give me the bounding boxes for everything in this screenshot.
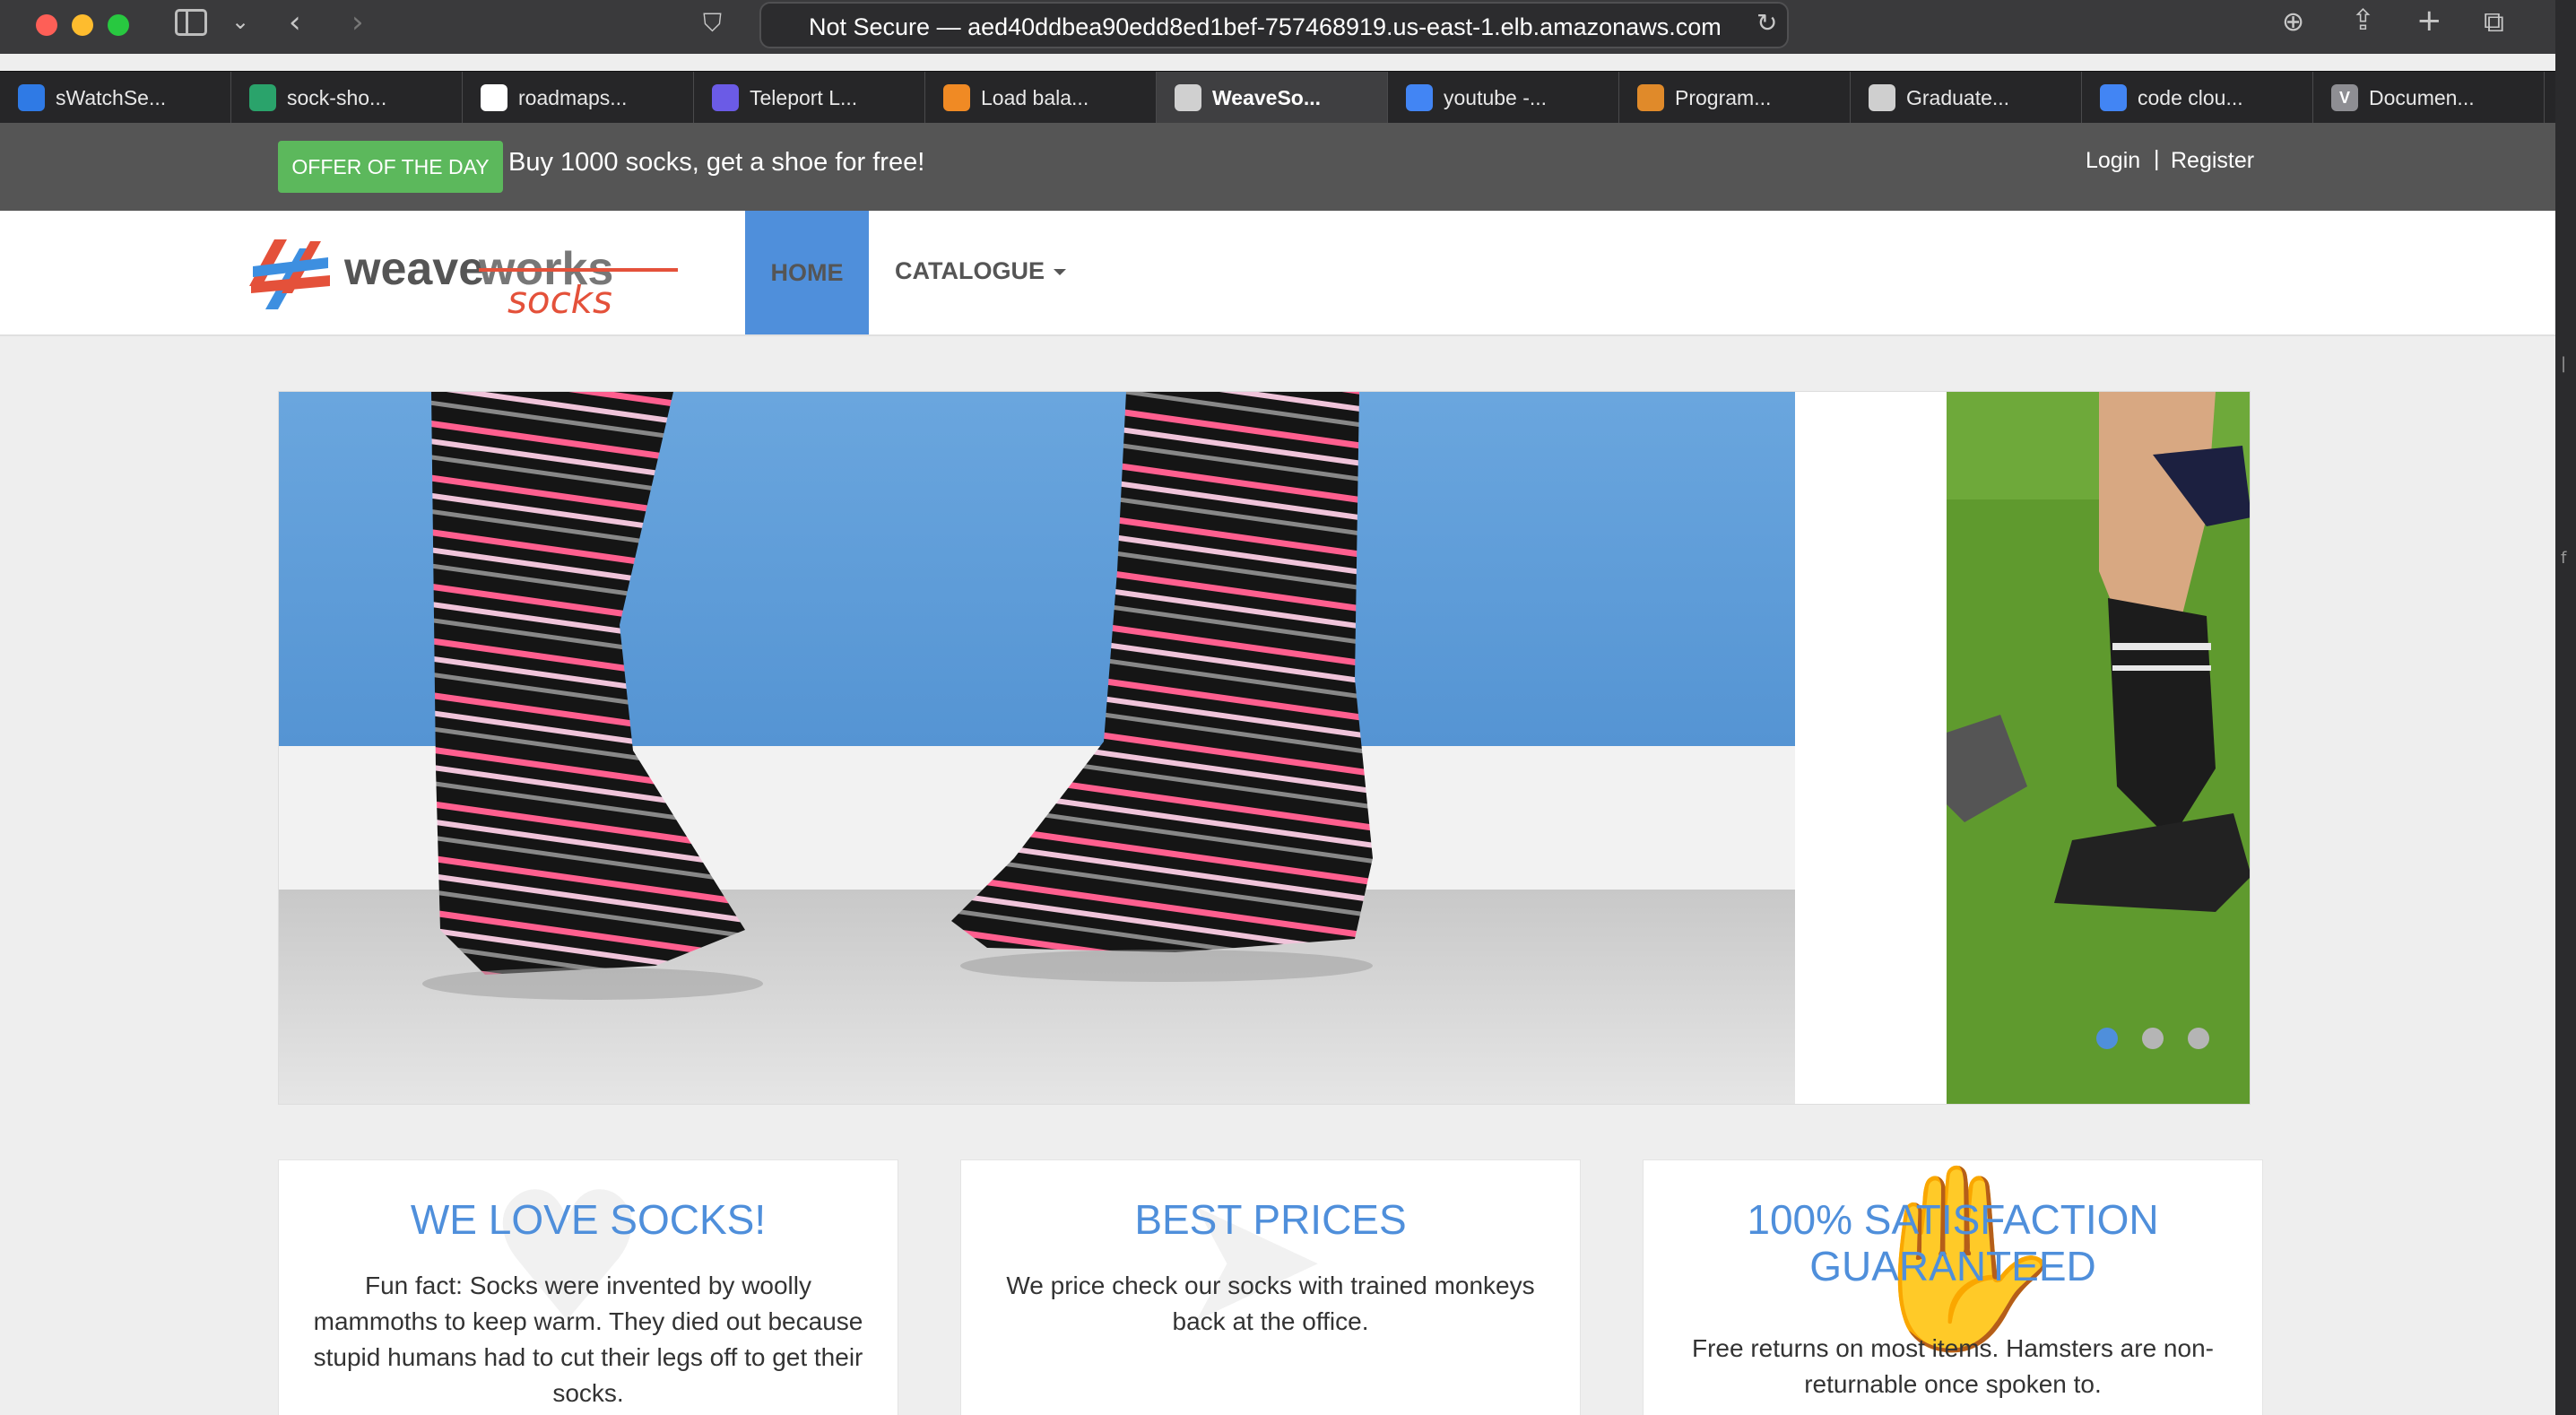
logo-socks-text: socks	[507, 278, 612, 320]
feature-box-love-socks: ♥ WE LOVE SOCKS! Fun fact: Socks were in…	[278, 1159, 898, 1415]
browser-tab[interactable]: youtube -...	[1388, 72, 1619, 124]
nav-home[interactable]: HOME	[745, 211, 869, 334]
browser-tab[interactable]: roadmaps...	[463, 72, 694, 124]
back-icon[interactable]: ‹	[289, 7, 301, 38]
feature-title: 100% SATISFACTION GUARANTEED	[1747, 1196, 2159, 1289]
register-link[interactable]: Register	[2171, 148, 2254, 174]
browser-tab[interactable]: sock-sho...	[231, 72, 463, 124]
new-tab-icon[interactable]: +	[2416, 5, 2442, 36]
logo-mark-icon	[249, 239, 330, 309]
chevron-down-icon[interactable]: ⌄	[231, 11, 249, 32]
tab-bar: sWatchSe... sock-sho... roadmaps... Telepor…	[0, 71, 2555, 124]
feature-text: Free returns on most items. Hamsters are…	[1692, 1334, 2214, 1398]
tab-label: code clou...	[2138, 85, 2243, 109]
tab-label: Graduate...	[1906, 85, 2010, 109]
browser-tab[interactable]: Teleport L...	[694, 72, 925, 124]
offer-text: Buy 1000 socks, get a shoe for free!	[508, 148, 925, 177]
carousel-slide-football-socks	[1947, 392, 2250, 1104]
tab-label: Teleport L...	[750, 85, 858, 109]
browser-tab[interactable]: sWatchSe...	[0, 72, 231, 124]
close-window-button[interactable]	[36, 14, 57, 36]
gear-icon	[1637, 84, 1664, 111]
tab-label: Load bala...	[981, 85, 1089, 109]
carousel-dot-3[interactable]	[2188, 1028, 2209, 1049]
bar-chart-icon	[18, 84, 45, 111]
minimize-window-button[interactable]	[72, 14, 93, 36]
tab-overview-icon[interactable]: ⧉	[2484, 7, 2504, 36]
reload-icon[interactable]: ↻	[1756, 11, 1777, 36]
feature-text: Fun fact: Socks were invented by woolly …	[313, 1272, 863, 1407]
zoom-window-button[interactable]	[108, 14, 129, 36]
offer-bar: OFFER OF THE DAY Buy 1000 socks, get a s…	[0, 123, 2555, 211]
caret-down-icon	[1053, 269, 1066, 276]
feature-text: We price check our socks with trained mo…	[1006, 1272, 1535, 1335]
offer-badge[interactable]: OFFER OF THE DAY	[278, 141, 503, 193]
feature-title: BEST PRICES	[1134, 1196, 1407, 1243]
browser-tab[interactable]: Graduate...	[1851, 72, 2082, 124]
address-bar[interactable]: Not Secure — aed40ddbea90edd8ed1bef-7574…	[759, 2, 1789, 48]
carousel-slide-striped-socks	[279, 392, 1795, 1104]
browser-tab[interactable]: WeaveSo...	[1157, 72, 1388, 124]
download-icon[interactable]: ⊕	[2282, 9, 2304, 36]
feature-box-best-prices: ➤ BEST PRICES We price check our socks w…	[960, 1159, 1581, 1415]
desktop-edge: | f	[2555, 0, 2576, 1415]
browser-window: ⌄ ‹ › ⛉ Not Secure — aed40ddbea90edd8ed1…	[0, 0, 2555, 1415]
aws-cube-icon	[943, 84, 970, 111]
github-icon	[481, 84, 507, 111]
nav-catalogue-label: CATALOGUE	[895, 257, 1045, 284]
share-icon[interactable]: ⇪	[2351, 5, 2375, 34]
sidebar-toggle-icon[interactable]	[175, 9, 207, 36]
feature-box-satisfaction: ✋ 100% SATISFACTION GUARANTEED Free retu…	[1643, 1159, 2263, 1415]
teleport-icon	[712, 84, 739, 111]
tab-label: youtube -...	[1444, 85, 1548, 109]
tab-label: sock-sho...	[287, 85, 387, 109]
tab-label: WeaveSo...	[1212, 85, 1322, 109]
browser-tab[interactable]: V Documen...	[2313, 72, 2545, 124]
separator: |	[2154, 146, 2160, 171]
graduate-icon	[1869, 84, 1895, 111]
circle-arrow-icon	[249, 84, 276, 111]
browser-toolbar: ⌄ ‹ › ⛉ Not Secure — aed40ddbea90edd8ed1…	[0, 0, 2555, 54]
login-link[interactable]: Login	[2086, 148, 2140, 174]
weave-icon	[1175, 84, 1201, 111]
hero-carousel[interactable]	[278, 391, 2251, 1105]
browser-tab[interactable]: Program...	[1619, 72, 1851, 124]
forward-icon[interactable]: ›	[351, 7, 364, 38]
weaveworks-logo[interactable]: weave works socks	[247, 230, 678, 322]
google-icon	[2100, 84, 2127, 111]
tab-label: Documen...	[2369, 85, 2475, 109]
tab-label: sWatchSe...	[56, 85, 167, 109]
carousel-dot-1[interactable]	[2096, 1028, 2118, 1049]
browser-tab[interactable]: Load bala...	[925, 72, 1157, 124]
address-text: Not Secure — aed40ddbea90edd8ed1bef-7574…	[809, 13, 1722, 40]
google-icon	[1406, 84, 1433, 111]
feature-title: WE LOVE SOCKS!	[410, 1196, 767, 1243]
tab-label: Program...	[1675, 85, 1772, 109]
nav-catalogue[interactable]: CATALOGUE	[895, 257, 1066, 285]
carousel-dot-2[interactable]	[2142, 1028, 2164, 1049]
tab-label: roadmaps...	[518, 85, 628, 109]
privacy-shield-icon[interactable]: ⛉	[703, 11, 722, 36]
site-navbar: weave works socks HOME CATALOGUE	[0, 211, 2555, 336]
v-icon: V	[2331, 84, 2358, 111]
browser-tab[interactable]: code clou...	[2082, 72, 2313, 124]
logo-weave-text: weave	[343, 243, 484, 295]
